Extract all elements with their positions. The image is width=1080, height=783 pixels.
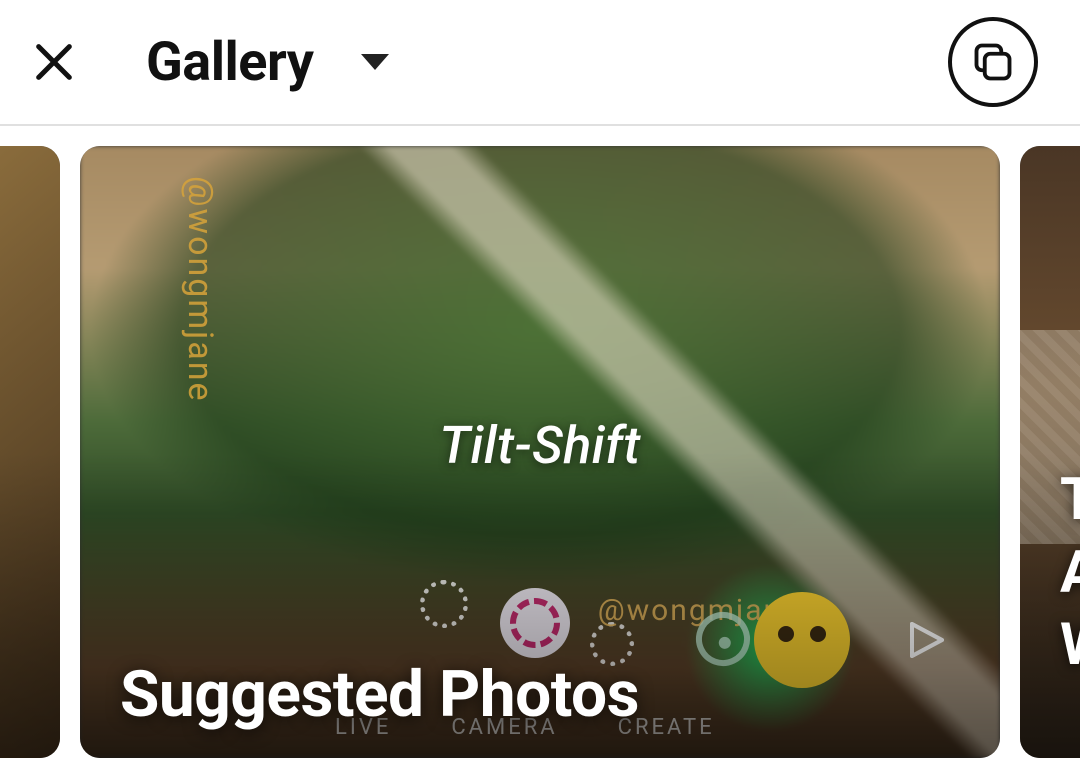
card-caption-line: W xyxy=(1060,609,1080,682)
suggestions-strip[interactable]: @wongmjane Tilt-Shift @wongmjane LIVE CA… xyxy=(0,126,1080,783)
close-icon xyxy=(31,39,77,85)
multiselect-icon xyxy=(971,40,1015,84)
source-selector[interactable]: Gallery xyxy=(146,31,389,94)
card-caption-line: T xyxy=(1060,464,1080,537)
gradient-overlay xyxy=(0,146,60,758)
suggestion-card[interactable]: T A W xyxy=(1020,146,1080,758)
multiselect-button[interactable] xyxy=(948,17,1038,107)
suggestion-card[interactable]: @wongmjane Tilt-Shift @wongmjane LIVE CA… xyxy=(80,146,1000,758)
source-label: Gallery xyxy=(146,31,313,94)
card-caption-line: A xyxy=(1060,537,1080,610)
card-caption: Suggested Photos xyxy=(120,657,639,732)
header-bar: Gallery xyxy=(0,0,1080,126)
suggestion-card[interactable] xyxy=(0,146,60,758)
close-button[interactable] xyxy=(24,32,84,92)
chevron-down-icon xyxy=(361,54,389,70)
card-caption: T A W xyxy=(1060,464,1080,682)
